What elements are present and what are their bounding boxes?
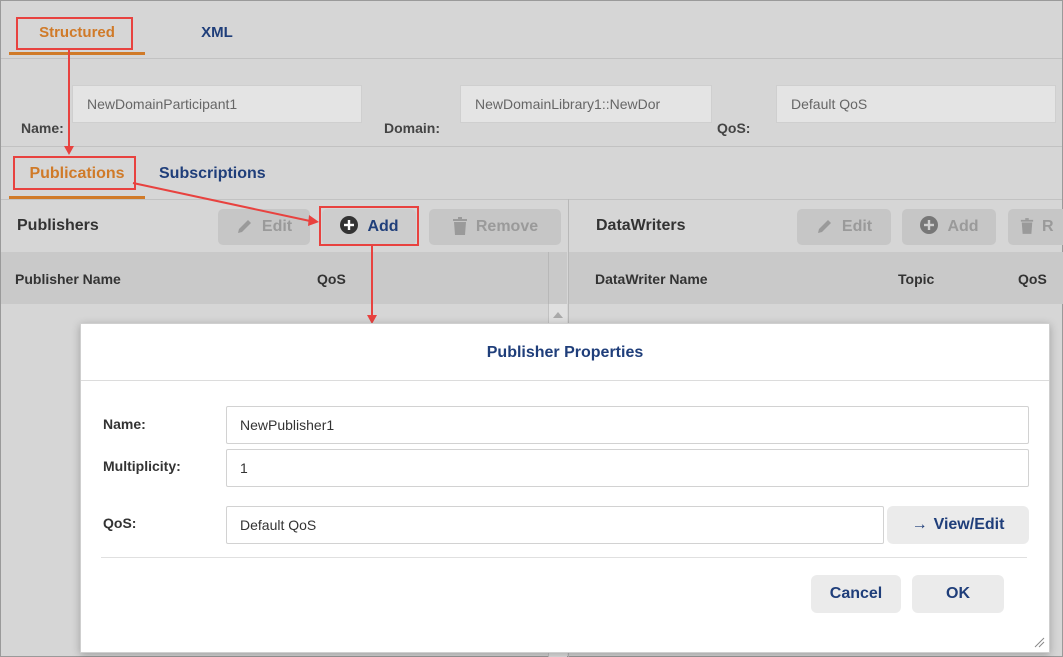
arrow-right-icon: → bbox=[911, 516, 928, 533]
dialog-name-label: Name: bbox=[103, 416, 146, 432]
app-window: Structured XML Name: NewDomainParticipan… bbox=[0, 0, 1063, 657]
multiplicity-input[interactable] bbox=[226, 449, 1029, 487]
publisher-properties-dialog: Publisher Properties Name: Multiplicity:… bbox=[80, 323, 1050, 653]
dialog-qos-label: QoS: bbox=[103, 515, 137, 531]
publisher-name-input[interactable] bbox=[226, 406, 1029, 444]
dialog-multiplicity-label: Multiplicity: bbox=[103, 458, 181, 474]
view-edit-label: View/Edit bbox=[933, 516, 1005, 533]
dialog-title: Publisher Properties bbox=[486, 344, 644, 361]
qos-input[interactable] bbox=[226, 506, 884, 544]
dialog-footer-divider bbox=[101, 557, 1027, 558]
resize-handle-icon[interactable] bbox=[1033, 636, 1045, 648]
dialog-title-divider bbox=[81, 380, 1049, 381]
cancel-button[interactable]: Cancel bbox=[811, 575, 901, 613]
view-edit-button[interactable]: → View/Edit bbox=[887, 506, 1029, 544]
ok-button[interactable]: OK bbox=[912, 575, 1004, 613]
